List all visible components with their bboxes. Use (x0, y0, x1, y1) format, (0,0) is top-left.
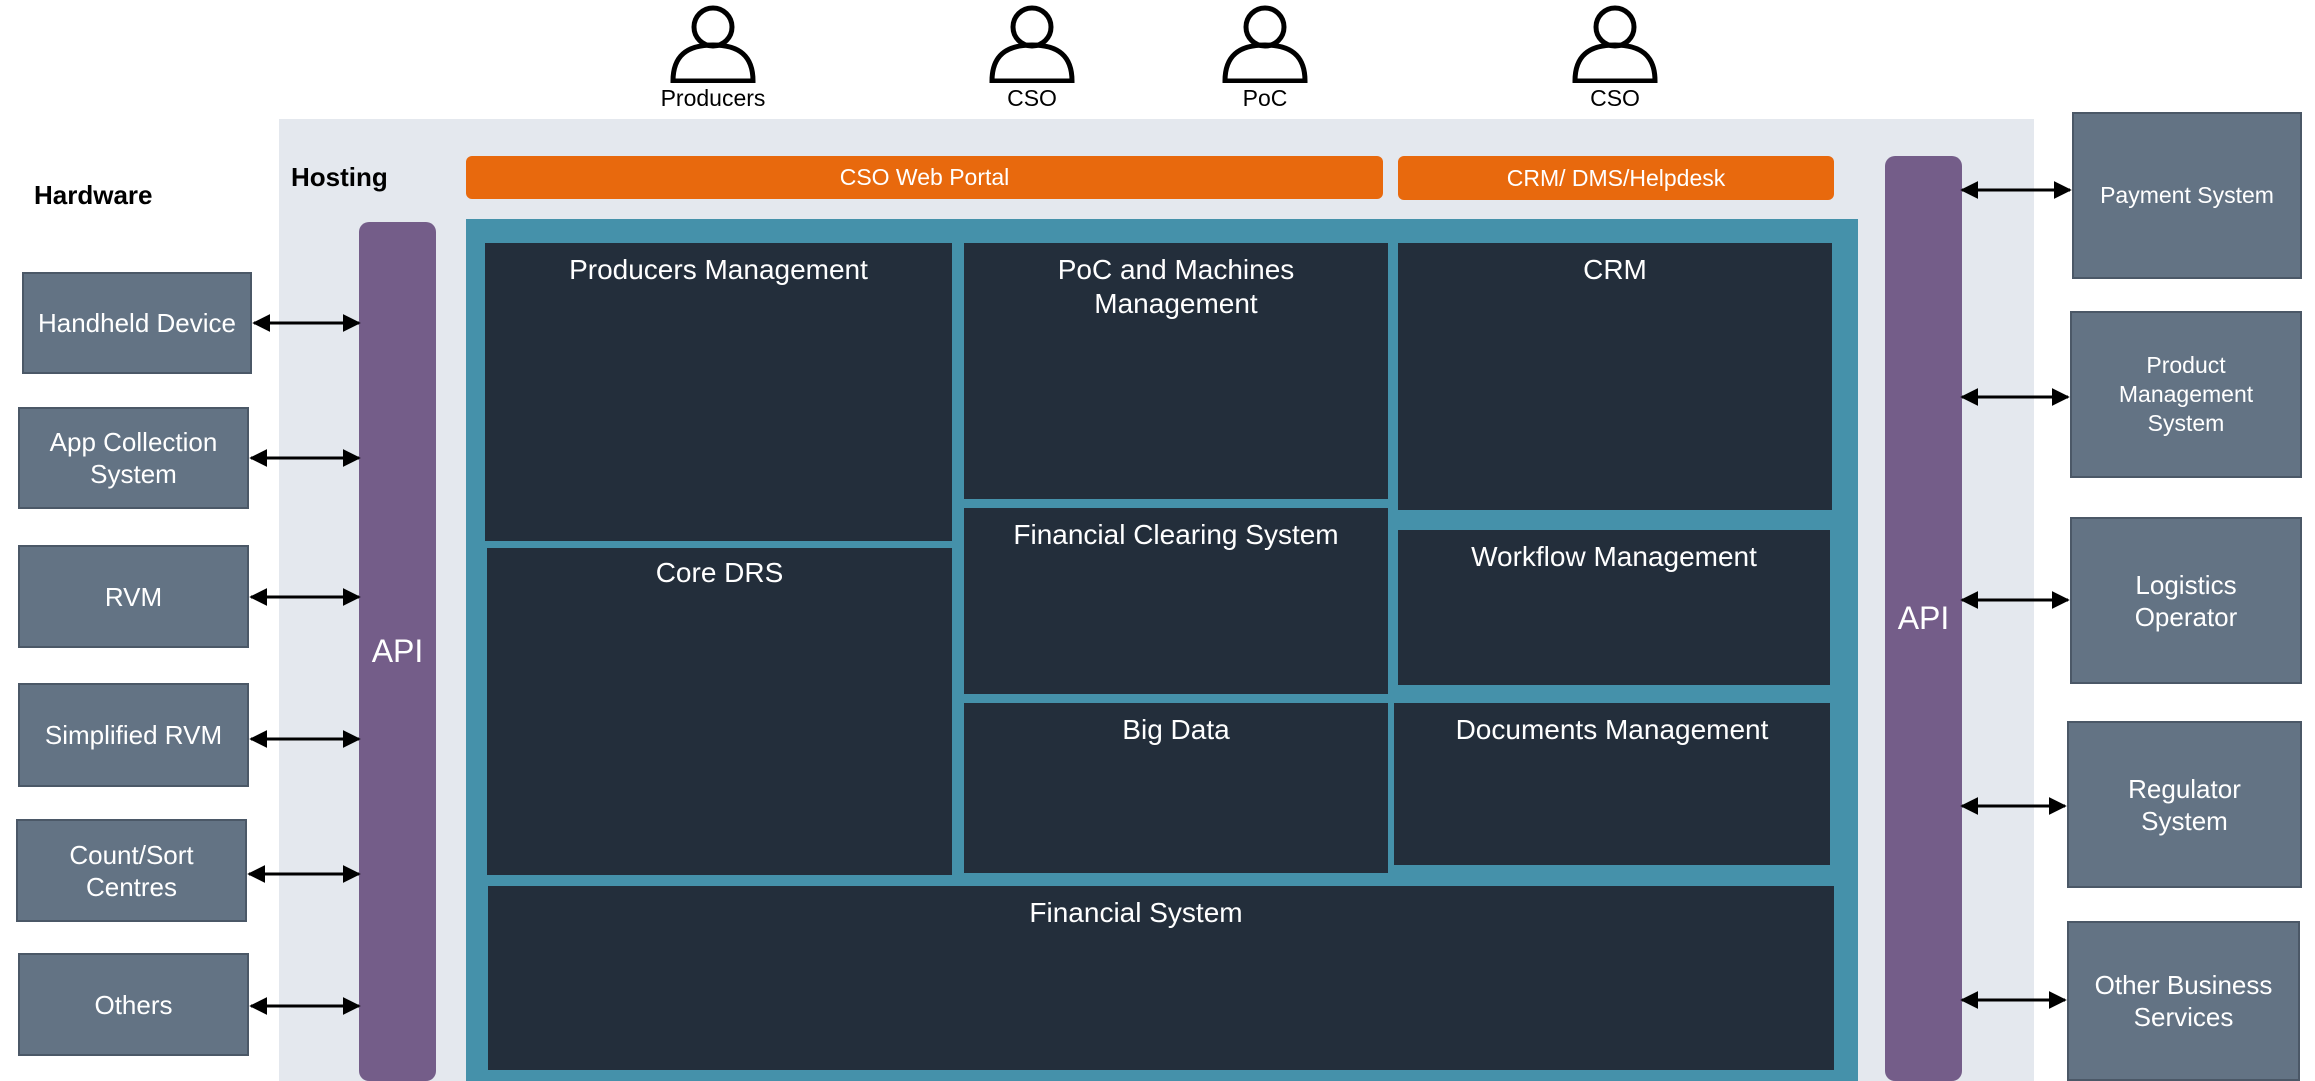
module-financial-system: Financial System (488, 886, 1834, 1070)
api-left: API (359, 222, 436, 1081)
actor-label: CSO (1590, 85, 1640, 111)
api-right: API (1885, 156, 1962, 1081)
hardware-rvm[interactable]: RVM (18, 545, 249, 648)
person-icon (1222, 5, 1308, 83)
module-crm: CRM (1398, 243, 1832, 510)
person-icon (989, 5, 1075, 83)
module-producers-management: Producers Management (485, 243, 952, 541)
actor-cso-2: CSO (1560, 5, 1670, 112)
person-icon (670, 5, 756, 83)
actor-label: Producers (660, 85, 766, 111)
actor-label: PoC (1242, 85, 1288, 111)
actor-cso: CSO (977, 5, 1087, 112)
cso-web-portal-bar[interactable]: CSO Web Portal (466, 156, 1383, 199)
external-logistics-operator[interactable]: Logistics Operator (2070, 517, 2302, 684)
module-poc-machines-management: PoC and Machines Management (964, 243, 1388, 499)
module-financial-clearing-system: Financial Clearing System (964, 508, 1388, 694)
actor-label: CSO (1007, 85, 1057, 111)
external-regulator-system[interactable]: Regulator System (2067, 721, 2302, 888)
external-payment-system[interactable]: Payment System (2072, 112, 2302, 279)
module-big-data: Big Data (964, 703, 1388, 873)
external-other-business-services[interactable]: Other Business Services (2067, 921, 2300, 1081)
hardware-app-collection-system[interactable]: App Collection System (18, 407, 249, 509)
actor-producers: Producers (658, 5, 768, 112)
module-documents-management: Documents Management (1394, 703, 1830, 865)
external-product-management-system[interactable]: Product Management System (2070, 311, 2302, 478)
hardware-title: Hardware (34, 180, 153, 210)
hardware-count-sort-centres[interactable]: Count/Sort Centres (16, 819, 247, 922)
module-workflow-management: Workflow Management (1398, 530, 1830, 685)
module-core-drs: Core DRS (487, 548, 952, 875)
hardware-others[interactable]: Others (18, 953, 249, 1056)
hardware-handheld-device[interactable]: Handheld Device (22, 272, 252, 374)
crm-dms-helpdesk-bar[interactable]: CRM/ DMS/Helpdesk (1398, 156, 1834, 200)
hosting-title: Hosting (291, 162, 388, 192)
hardware-simplified-rvm[interactable]: Simplified RVM (18, 683, 249, 787)
actor-poc: PoC (1210, 5, 1320, 112)
person-icon (1572, 5, 1658, 83)
